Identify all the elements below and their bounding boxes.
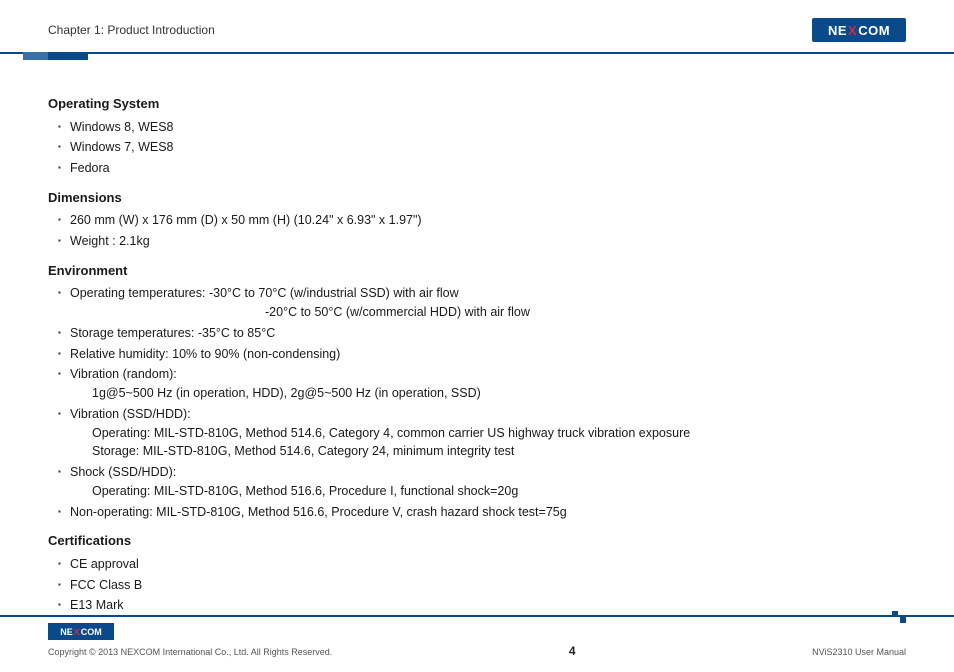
text: Operating: MIL-STD-810G, Method 514.6, C… bbox=[70, 424, 906, 443]
logo-part2: COM bbox=[81, 627, 102, 637]
manual-name: NViS2310 User Manual bbox=[812, 647, 906, 657]
list-cert: CE approval FCC Class B E13 Mark bbox=[48, 555, 906, 615]
logo-part1: NE bbox=[828, 23, 847, 38]
footer-logo: NEXCOM bbox=[48, 623, 114, 640]
list-item: E13 Mark bbox=[48, 596, 906, 615]
list-item: Non-operating: MIL-STD-810G, Method 516.… bbox=[48, 503, 906, 522]
list-item: Vibration (SSD/HDD): Operating: MIL-STD-… bbox=[48, 405, 906, 461]
page-header: Chapter 1: Product Introduction NEXCOM bbox=[0, 0, 954, 54]
list-item: Shock (SSD/HDD): Operating: MIL-STD-810G… bbox=[48, 463, 906, 501]
header-accent-bar bbox=[48, 52, 88, 60]
list-environment: Operating temperatures: -30°C to 70°C (w… bbox=[48, 284, 906, 521]
logo-part-x: X bbox=[848, 23, 857, 38]
text: Vibration (SSD/HDD): bbox=[70, 407, 191, 421]
text: Operating: MIL-STD-810G, Method 516.6, P… bbox=[70, 482, 906, 501]
list-item: Windows 7, WES8 bbox=[48, 138, 906, 157]
list-os: Windows 8, WES8 Windows 7, WES8 Fedora bbox=[48, 118, 906, 178]
logo: NEXCOM bbox=[812, 18, 906, 42]
text: Storage: MIL-STD-810G, Method 514.6, Cat… bbox=[70, 442, 906, 461]
text: -20°C to 50°C (w/commercial HDD) with ai… bbox=[70, 303, 906, 322]
content: Operating System Windows 8, WES8 Windows… bbox=[0, 54, 954, 633]
heading-environment: Environment bbox=[48, 261, 906, 281]
copyright-text: Copyright © 2013 NEXCOM International Co… bbox=[48, 647, 332, 657]
heading-os: Operating System bbox=[48, 94, 906, 114]
list-item: Storage temperatures: -35°C to 85°C bbox=[48, 324, 906, 343]
text: 1g@5~500 Hz (in operation, HDD), 2g@5~50… bbox=[70, 384, 906, 403]
list-item: Vibration (random): 1g@5~500 Hz (in oper… bbox=[48, 365, 906, 403]
list-item: Weight : 2.1kg bbox=[48, 232, 906, 251]
chapter-title: Chapter 1: Product Introduction bbox=[48, 23, 215, 37]
list-dimensions: 260 mm (W) x 176 mm (D) x 50 mm (H) (10.… bbox=[48, 211, 906, 251]
heading-cert: Certifications bbox=[48, 531, 906, 551]
page-footer: NEXCOM Copyright © 2013 NEXCOM Internati… bbox=[0, 615, 954, 672]
list-item: Windows 8, WES8 bbox=[48, 118, 906, 137]
footer-row: Copyright © 2013 NEXCOM International Co… bbox=[48, 644, 906, 658]
page-number: 4 bbox=[569, 644, 576, 658]
list-item: Fedora bbox=[48, 159, 906, 178]
list-item: 260 mm (W) x 176 mm (D) x 50 mm (H) (10.… bbox=[48, 211, 906, 230]
logo-part1: NE bbox=[60, 627, 73, 637]
list-item: Operating temperatures: -30°C to 70°C (w… bbox=[48, 284, 906, 322]
logo-part2: COM bbox=[858, 23, 890, 38]
text: Operating temperatures: -30°C to 70°C (w… bbox=[70, 286, 459, 300]
heading-dimensions: Dimensions bbox=[48, 188, 906, 208]
list-item: CE approval bbox=[48, 555, 906, 574]
footer-accent-notch bbox=[892, 611, 906, 623]
logo-part-x: X bbox=[74, 627, 80, 637]
list-item: Relative humidity: 10% to 90% (non-conde… bbox=[48, 345, 906, 364]
text: Shock (SSD/HDD): bbox=[70, 465, 176, 479]
list-item: FCC Class B bbox=[48, 576, 906, 595]
text: Vibration (random): bbox=[70, 367, 177, 381]
